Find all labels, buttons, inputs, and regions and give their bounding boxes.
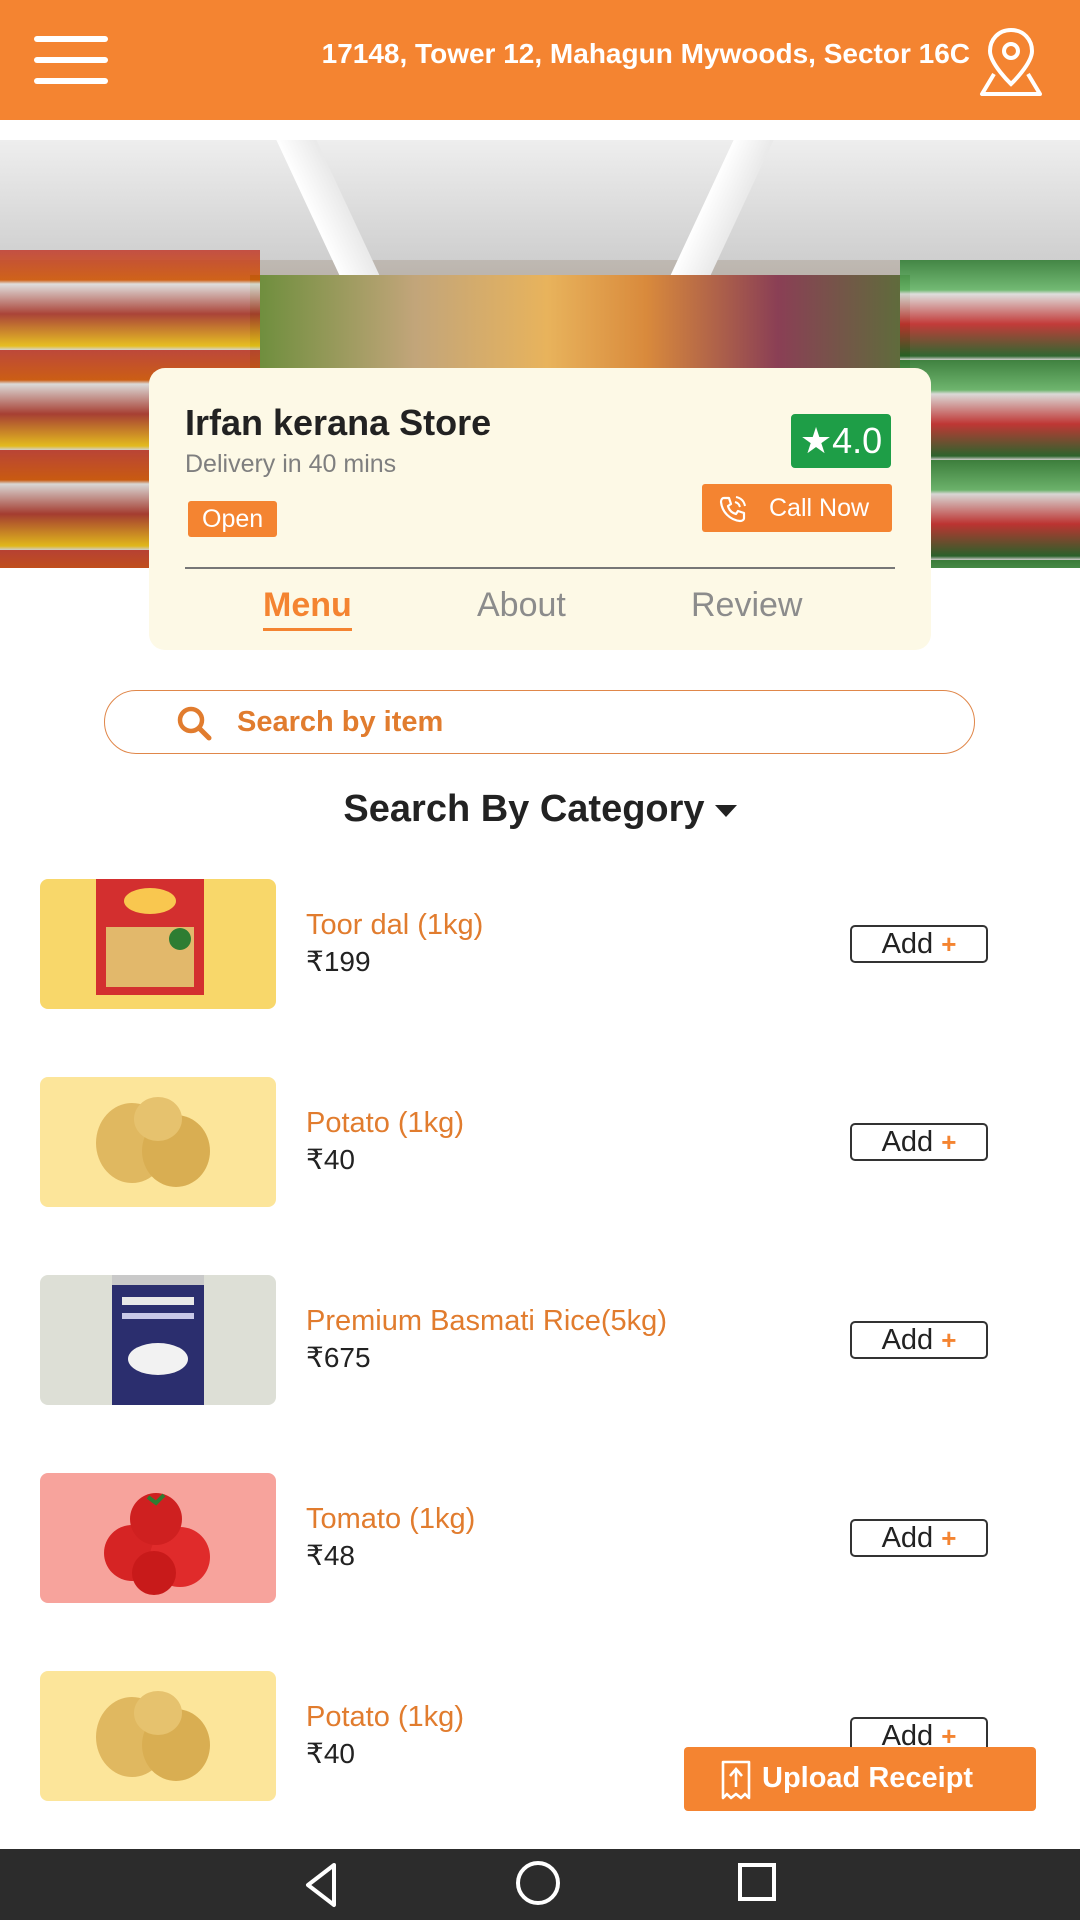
product-price: ₹40 <box>306 1144 355 1175</box>
potato-image <box>40 1671 276 1801</box>
location-pin-icon[interactable] <box>972 26 1050 98</box>
search-bar[interactable] <box>104 690 975 754</box>
system-navigation-bar <box>0 1849 1080 1920</box>
product-item: Tomato (1kg) ₹48 Add + <box>0 1473 1080 1603</box>
card-divider <box>185 567 895 569</box>
top-app-bar: 17148, Tower 12, Mahagun Mywoods, Sector… <box>0 0 1080 120</box>
product-price: ₹199 <box>306 946 371 977</box>
recent-apps-icon[interactable] <box>738 1863 776 1901</box>
tomato-image <box>40 1473 276 1603</box>
product-price: ₹675 <box>306 1342 371 1373</box>
receipt-upload-icon <box>721 1760 751 1800</box>
hamburger-menu-icon[interactable] <box>34 36 108 84</box>
product-name: Toor dal (1kg) <box>306 909 484 941</box>
store-name: Irfan kerana Store <box>185 402 492 443</box>
status-badge: Open <box>188 501 278 537</box>
category-dropdown[interactable]: Search By Category <box>0 788 1080 831</box>
call-now-button[interactable]: Call Now <box>702 484 892 532</box>
tab-about[interactable]: About <box>477 586 566 625</box>
toor-dal-image <box>40 879 276 1009</box>
search-icon <box>177 706 212 741</box>
store-info-card: Irfan kerana Store Delivery in 40 mins O… <box>149 368 931 650</box>
tab-review[interactable]: Review <box>691 586 802 625</box>
basmati-rice-image <box>40 1275 276 1405</box>
upload-receipt-button[interactable]: Upload Receipt <box>684 1747 1036 1811</box>
back-icon[interactable] <box>300 1861 340 1909</box>
upload-receipt-label: Upload Receipt <box>762 1762 974 1794</box>
product-name: Tomato (1kg) <box>306 1503 476 1535</box>
search-input[interactable] <box>237 701 917 743</box>
tab-menu[interactable]: Menu <box>263 586 352 631</box>
phone-icon <box>719 496 746 523</box>
potato-image <box>40 1077 276 1207</box>
add-button[interactable]: Add + <box>850 925 988 963</box>
delivery-address[interactable]: 17148, Tower 12, Mahagun Mywoods, Sector… <box>200 38 970 70</box>
product-name: Potato (1kg) <box>306 1107 464 1139</box>
add-button[interactable]: Add + <box>850 1321 988 1359</box>
product-item: Potato (1kg) ₹40 Add + <box>0 1077 1080 1207</box>
product-name: Premium Basmati Rice(5kg) <box>306 1305 667 1337</box>
caret-down-icon <box>714 804 737 817</box>
category-label: Search By Category <box>343 788 705 830</box>
product-item: Toor dal (1kg) ₹199 Add + <box>0 879 1080 1009</box>
rating-badge: ★4.0 <box>791 414 891 468</box>
add-button[interactable]: Add + <box>850 1519 988 1557</box>
product-price: ₹40 <box>306 1738 355 1769</box>
product-name: Potato (1kg) <box>306 1701 464 1733</box>
home-icon[interactable] <box>516 1861 560 1905</box>
delivery-time: Delivery in 40 mins <box>185 450 397 478</box>
product-price: ₹48 <box>306 1540 355 1571</box>
add-button[interactable]: Add + <box>850 1123 988 1161</box>
call-now-label: Call Now <box>769 494 870 522</box>
product-item: Premium Basmati Rice(5kg) ₹675 Add + <box>0 1275 1080 1405</box>
